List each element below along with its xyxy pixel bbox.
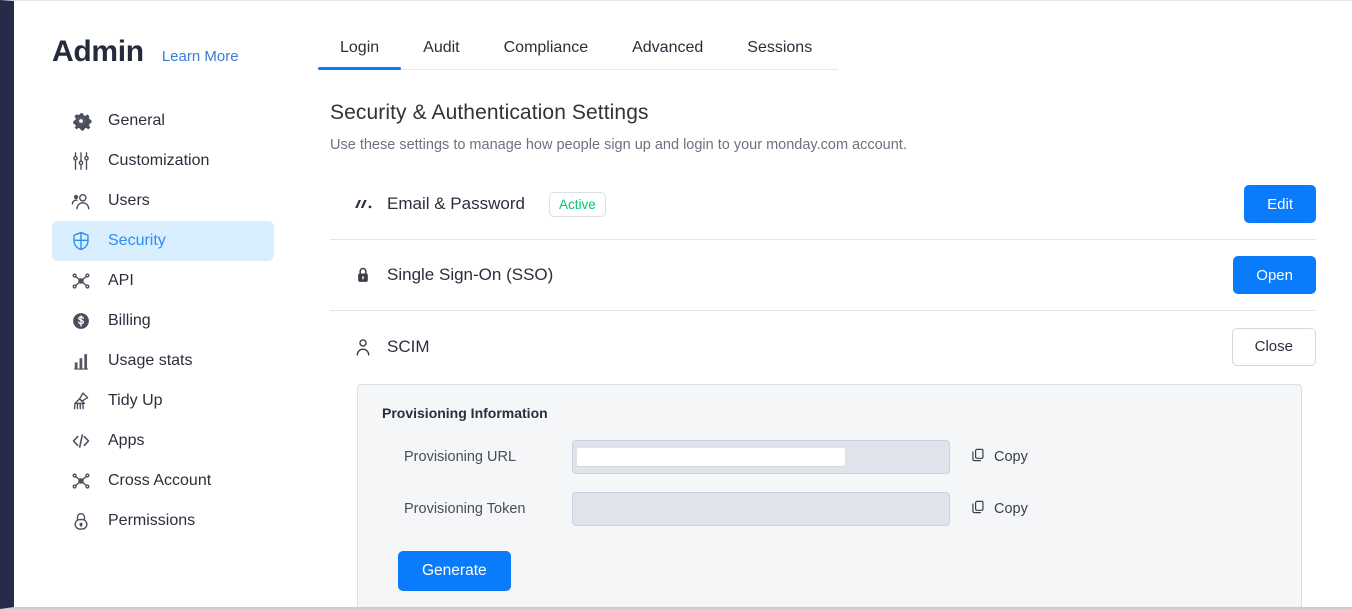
provisioning-panel: Provisioning Information Provisioning UR…: [357, 384, 1302, 607]
network-nodes-icon: [70, 270, 92, 292]
settings-rows: Email & Password Active Edit Single Sign-On…: [330, 169, 1316, 382]
sidebar-item-label: Usage stats: [108, 352, 193, 369]
sidebar-item-label: Tidy Up: [108, 392, 163, 409]
sidebar-nav: General Customization Users Security API Bill…: [52, 101, 274, 541]
network-nodes-icon: [70, 470, 92, 492]
generate-row: Generate: [382, 551, 1277, 591]
brand: Admin Learn More: [52, 35, 239, 69]
sidebar-item-label: Customization: [108, 152, 210, 169]
sidebar: Admin Learn More General Customization Use…: [14, 1, 306, 607]
settings-row-label: Single Sign-On (SSO): [330, 264, 553, 286]
tab-bar: Login Audit Compliance Advanced Sessions: [318, 39, 838, 70]
copy-icon: [970, 447, 986, 468]
shield-icon: [70, 230, 92, 252]
edit-button[interactable]: Edit: [1244, 185, 1316, 223]
copy-provisioning-url-button[interactable]: Copy: [970, 447, 1028, 468]
monday-logo-icon: [352, 193, 374, 215]
tab-login[interactable]: Login: [318, 39, 402, 70]
provisioning-url-label: Provisioning URL: [404, 449, 517, 465]
main-content: Login Audit Compliance Advanced Sessions Sec…: [306, 1, 1352, 607]
broom-icon: [70, 390, 92, 412]
page-header: Security & Authentication Settings Use t…: [330, 101, 907, 153]
provisioning-url-input[interactable]: [572, 440, 950, 474]
sidebar-item-label: Users: [108, 192, 150, 209]
copy-label: Copy: [994, 501, 1028, 517]
sidebar-item-label: Billing: [108, 312, 151, 329]
sidebar-item-general[interactable]: General: [52, 101, 274, 141]
provisioning-token-input[interactable]: [572, 492, 950, 526]
sidebar-item-security[interactable]: Security: [52, 221, 274, 261]
generate-button[interactable]: Generate: [398, 551, 511, 591]
sidebar-item-label: Security: [108, 232, 166, 249]
bar-chart-icon: [70, 350, 92, 372]
tab-compliance[interactable]: Compliance: [482, 39, 610, 69]
settings-row-title: Single Sign-On (SSO): [387, 265, 554, 284]
settings-row-title: SCIM: [387, 336, 430, 356]
users-icon: [70, 190, 92, 212]
gear-icon: [70, 110, 92, 132]
copy-provisioning-token-button[interactable]: Copy: [970, 499, 1028, 520]
status-badge: Active: [548, 191, 606, 217]
learn-more-link[interactable]: Learn More: [162, 48, 239, 65]
sidebar-item-customization[interactable]: Customization: [52, 141, 274, 181]
sidebar-item-api[interactable]: API: [52, 261, 274, 301]
settings-row: Email & Password Active Edit: [330, 169, 1316, 240]
sidebar-item-label: Apps: [108, 432, 145, 449]
settings-row-label: SCIM: [330, 336, 430, 358]
sidebar-item-tidy-up[interactable]: Tidy Up: [52, 381, 274, 421]
code-brackets-icon: [70, 430, 92, 452]
sliders-icon: [70, 150, 92, 172]
sidebar-item-label: API: [108, 272, 134, 289]
field-value-redacted: [577, 448, 845, 466]
sidebar-item-label: General: [108, 112, 165, 129]
padlock-icon: [70, 510, 92, 532]
sidebar-item-billing[interactable]: Billing: [52, 301, 274, 341]
page-title: Admin: [52, 35, 144, 68]
tab-audit[interactable]: Audit: [401, 39, 481, 69]
settings-row: Single Sign-On (SSO) Open: [330, 240, 1316, 311]
provisioning-field: Provisioning URL Copy: [382, 435, 1277, 479]
settings-row: SCIM Close: [330, 311, 1316, 382]
settings-row-title: Email & Password: [387, 194, 525, 213]
copy-icon: [970, 499, 986, 520]
app-content: Admin Learn More General Customization Use…: [14, 1, 1352, 607]
provisioning-fields: Provisioning URL Copy Provisioning Token Co…: [382, 435, 1277, 531]
sidebar-item-label: Cross Account: [108, 472, 212, 489]
sidebar-item-users[interactable]: Users: [52, 181, 274, 221]
sidebar-item-permissions[interactable]: Permissions: [52, 501, 274, 541]
person-icon: [352, 336, 374, 358]
dollar-coin-icon: [70, 310, 92, 332]
tab-sessions[interactable]: Sessions: [725, 39, 834, 69]
app-window: Admin Learn More General Customization Use…: [0, 0, 1352, 609]
sidebar-item-cross-account[interactable]: Cross Account: [52, 461, 274, 501]
close-button[interactable]: Close: [1231, 327, 1316, 366]
lock-icon: [352, 264, 374, 286]
settings-title: Security & Authentication Settings: [330, 101, 649, 124]
settings-subtitle: Use these settings to manage how people …: [330, 137, 907, 153]
provisioning-field: Provisioning Token Copy: [382, 487, 1277, 531]
settings-row-label: Email & Password Active: [330, 191, 606, 217]
open-button[interactable]: Open: [1233, 256, 1316, 294]
sidebar-item-label: Permissions: [108, 512, 196, 529]
sidebar-item-apps[interactable]: Apps: [52, 421, 274, 461]
tab-advanced[interactable]: Advanced: [610, 39, 725, 69]
sidebar-item-usage-stats[interactable]: Usage stats: [52, 341, 274, 381]
copy-label: Copy: [994, 449, 1028, 465]
provisioning-token-label: Provisioning Token: [404, 501, 526, 517]
provisioning-title: Provisioning Information: [382, 405, 548, 421]
